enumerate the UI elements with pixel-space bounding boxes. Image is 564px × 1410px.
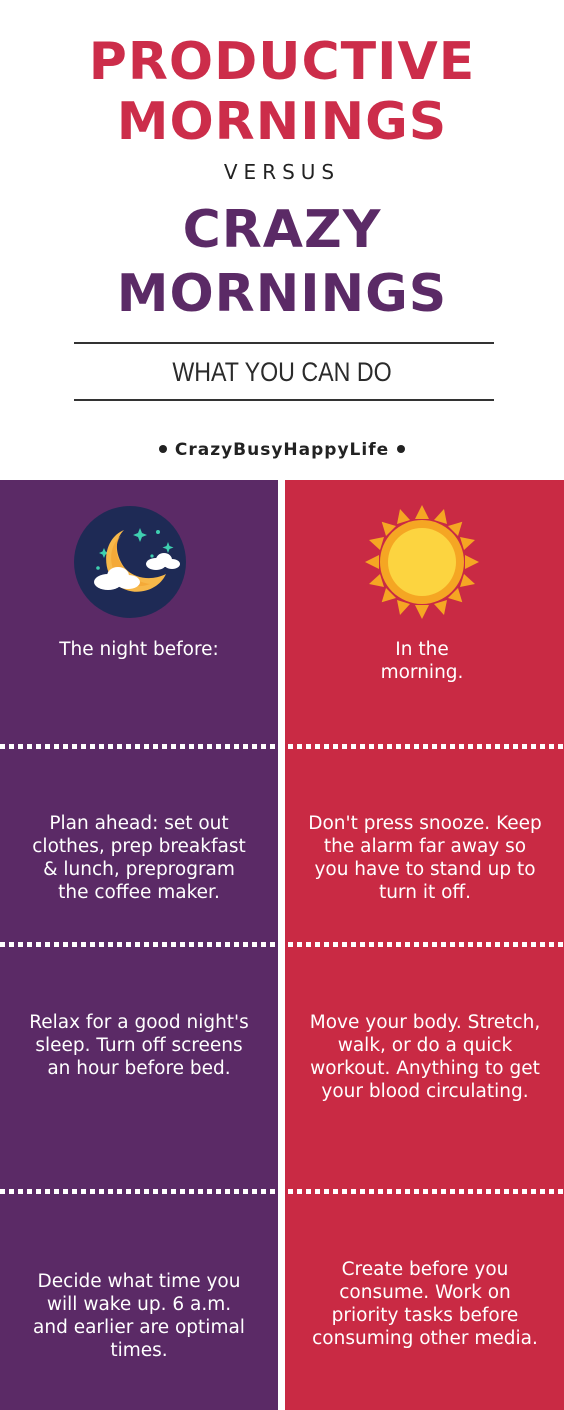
row-divider bbox=[0, 942, 564, 947]
left-row-2-text: Plan ahead: set out clothes, prep breakf… bbox=[32, 813, 246, 903]
right-row-1-text: In the morning. bbox=[380, 639, 464, 683]
left-row-1-text: The night before: bbox=[59, 639, 219, 660]
bullet-dot bbox=[397, 444, 406, 453]
right-row-2-text: Don't press snooze. Keep the alarm far a… bbox=[308, 813, 542, 903]
right-row-4-text: Create before you consume. Work on prior… bbox=[312, 1259, 538, 1349]
sun-icon bbox=[365, 505, 479, 619]
title-line-2: MORNINGS bbox=[116, 92, 448, 152]
infographic-header: PRODUCTIVE MORNINGS VERSUS CRAZY MORNING… bbox=[0, 0, 564, 480]
title2-line-2: MORNINGS bbox=[116, 264, 448, 324]
header-rule-top bbox=[74, 342, 494, 344]
left-row-4-text: Decide what time you will wake up. 6 a.m… bbox=[33, 1271, 245, 1361]
right-row-3-text: Move your body. Stretch, walk, or do a q… bbox=[309, 1012, 541, 1102]
header-rule-bottom bbox=[74, 399, 494, 401]
brand-line: CrazyBusyHappyLife bbox=[0, 440, 564, 460]
brand-name: CrazyBusyHappyLife bbox=[174, 440, 390, 460]
title-line-1: PRODUCTIVE bbox=[88, 32, 476, 92]
versus-label: VERSUS bbox=[223, 160, 341, 184]
row-divider bbox=[0, 744, 564, 749]
title2-line-1: CRAZY bbox=[182, 200, 382, 260]
moon-night-icon bbox=[74, 506, 186, 618]
left-row-3-text: Relax for a good night's sleep. Turn off… bbox=[29, 1012, 249, 1079]
row-divider bbox=[0, 1189, 564, 1194]
bullet-dot bbox=[158, 444, 167, 453]
subtitle: WHAT YOU CAN DO bbox=[172, 357, 392, 387]
